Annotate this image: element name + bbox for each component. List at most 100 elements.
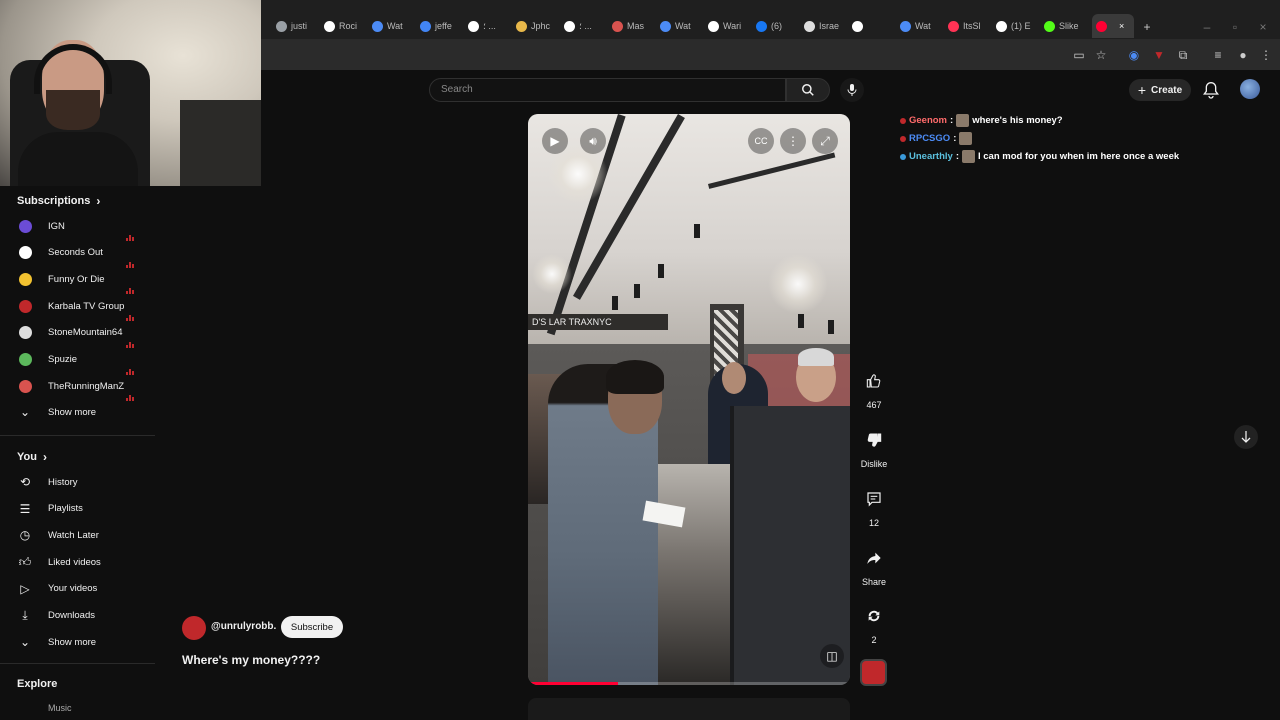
explore-heading: Explore bbox=[17, 678, 57, 690]
thumbs-up-icon bbox=[866, 374, 881, 388]
sidebar-subscription-item[interactable]: TheRunningManZ bbox=[0, 373, 155, 402]
remix-button[interactable]: 2 bbox=[859, 603, 889, 645]
next-short-button[interactable] bbox=[1234, 425, 1258, 449]
browser-tab[interactable]: Israe bbox=[804, 14, 846, 38]
channel-avatar-icon bbox=[18, 326, 32, 340]
sidebar-item-music[interactable]: Music bbox=[48, 703, 72, 713]
browser-tab[interactable] bbox=[852, 14, 894, 38]
sidebar-item-label: Spuzie bbox=[48, 354, 78, 365]
dislike-button[interactable]: Dislike bbox=[859, 427, 889, 469]
show-more-you[interactable]: ⌄ Show more bbox=[0, 629, 155, 655]
sidebar-subscription-item[interactable]: Seconds Out bbox=[0, 240, 155, 268]
browser-tab[interactable]: justi bbox=[276, 14, 318, 38]
subscriptions-heading[interactable]: Subscriptions › bbox=[17, 194, 100, 208]
browser-tab[interactable]: Wat bbox=[900, 14, 942, 38]
sidebar-item-history[interactable]: ⟲ History bbox=[0, 469, 155, 495]
sidebar-subscription-item[interactable]: Funny Or Die bbox=[0, 266, 155, 295]
search-input[interactable]: Search bbox=[429, 78, 786, 102]
live-indicator-icon bbox=[126, 276, 136, 295]
cast-icon[interactable]: ▭ bbox=[1072, 48, 1086, 62]
subscribe-button[interactable]: Subscribe bbox=[281, 616, 343, 638]
show-more-subscriptions[interactable]: ⌄ Show more bbox=[0, 399, 155, 425]
new-tab-icon[interactable]: + bbox=[1140, 20, 1154, 34]
chat-username[interactable]: RPCSGO bbox=[909, 133, 950, 144]
sidebar-subscription-item[interactable]: StoneMountain64 bbox=[0, 320, 155, 348]
captions-icon: CC bbox=[754, 136, 768, 146]
chat-username[interactable]: Geenom bbox=[909, 115, 947, 126]
voice-search-button[interactable] bbox=[840, 78, 864, 102]
sound-thumbnail[interactable] bbox=[860, 659, 887, 686]
expand-icon: ⤢ bbox=[820, 133, 830, 148]
chevron-down-icon: ⌄ bbox=[19, 635, 31, 649]
sidebar-item-label: Funny Or Die bbox=[48, 273, 105, 285]
volume-button[interactable]: 🔊︎ bbox=[580, 128, 606, 154]
you-heading[interactable]: You › bbox=[17, 450, 47, 464]
video-title: Where's my money???? bbox=[182, 653, 321, 667]
browser-tab[interactable]: (1) E bbox=[996, 14, 1038, 38]
remix-count: 2 bbox=[871, 635, 877, 645]
miniplayer-button[interactable]: ◫ bbox=[820, 644, 844, 668]
play-button[interactable]: ▶ bbox=[542, 128, 568, 154]
sidebar-item-watch-later[interactable]: ◷ Watch Later bbox=[0, 522, 155, 548]
chat-message: Unearthly: I can mod for you when im here… bbox=[900, 150, 1179, 163]
live-indicator-icon bbox=[126, 357, 136, 375]
browser-tab[interactable]: ؛ ... bbox=[468, 14, 510, 38]
sidebar-subscription-item[interactable]: Karbala TV Group bbox=[0, 293, 155, 322]
profile-icon[interactable]: ● bbox=[1236, 48, 1250, 62]
volume-icon: 🔊︎ bbox=[589, 133, 597, 148]
maximize-icon[interactable]: ▫ bbox=[1228, 20, 1242, 34]
bookmark-star-icon[interactable]: ☆ bbox=[1094, 48, 1108, 62]
tab-label: Jphc bbox=[531, 21, 551, 31]
tab-label: Wat bbox=[387, 21, 403, 31]
sidebar-item-playlists[interactable]: ☰ Playlists bbox=[0, 496, 155, 522]
browser-tab[interactable]: Slike bbox=[1044, 14, 1086, 38]
sidebar-subscription-item[interactable]: IGN bbox=[0, 213, 155, 241]
chat-username[interactable]: Unearthly bbox=[909, 151, 953, 162]
sidebar-item-your-videos[interactable]: ▷ Your videos bbox=[0, 576, 155, 602]
media-control-icon[interactable]: ≡ bbox=[1211, 48, 1225, 62]
browser-tab[interactable]: ؛ ... bbox=[564, 14, 606, 38]
share-button[interactable]: Share bbox=[859, 545, 889, 587]
browser-tab[interactable]: Wat bbox=[372, 14, 414, 38]
create-button[interactable]: + Create bbox=[1129, 79, 1191, 101]
like-button[interactable]: 467 bbox=[859, 368, 889, 410]
explore-title: Explore bbox=[17, 678, 58, 690]
browser-tab[interactable]: × bbox=[1092, 14, 1134, 38]
browser-tab[interactable]: Mas bbox=[612, 14, 654, 38]
video-progress-bar[interactable] bbox=[528, 682, 850, 685]
chat-separator: : bbox=[950, 115, 954, 126]
next-short-preview[interactable] bbox=[528, 698, 850, 720]
notifications-button[interactable] bbox=[1203, 81, 1219, 99]
extension-icon[interactable]: ◉ bbox=[1127, 48, 1141, 62]
browser-tab[interactable]: Wat bbox=[660, 14, 702, 38]
account-avatar[interactable] bbox=[1240, 79, 1260, 99]
sidebar-item-label: Watch Later bbox=[48, 529, 99, 541]
sidebar-item-label: Downloads bbox=[48, 610, 95, 621]
search-button[interactable] bbox=[786, 78, 830, 102]
like-count: 467 bbox=[866, 400, 882, 410]
fullscreen-button[interactable]: ⤢ bbox=[812, 128, 838, 154]
browser-tab[interactable]: Wari bbox=[708, 14, 750, 38]
sidebar-item-liked-videos[interactable]: 👍︎ Liked videos bbox=[0, 549, 155, 575]
extension-icon[interactable]: ▼ bbox=[1152, 48, 1166, 62]
more-options-button[interactable]: ⋮ bbox=[780, 128, 806, 154]
sidebar-item-downloads[interactable]: ⤓ Downloads bbox=[0, 603, 155, 629]
close-window-icon[interactable]: × bbox=[1256, 20, 1270, 34]
browser-tab[interactable]: Roci bbox=[324, 14, 366, 38]
extensions-puzzle-icon[interactable]: ⧉ bbox=[1176, 48, 1190, 62]
browser-menu-icon[interactable]: ⋮ bbox=[1259, 48, 1273, 62]
comments-button[interactable]: 12 bbox=[859, 486, 889, 528]
subscriptions-title: Subscriptions bbox=[17, 195, 91, 207]
close-tab-icon[interactable]: × bbox=[1119, 21, 1124, 31]
arrow-down-icon bbox=[1241, 431, 1251, 443]
browser-tab[interactable]: (6) bbox=[756, 14, 798, 38]
sidebar-subscription-item[interactable]: Spuzie bbox=[0, 347, 155, 375]
channel-avatar[interactable] bbox=[182, 616, 206, 640]
captions-button[interactable]: CC bbox=[748, 128, 774, 154]
browser-tab[interactable]: Jphc bbox=[516, 14, 558, 38]
minimize-icon[interactable]: – bbox=[1200, 20, 1214, 34]
browser-tab[interactable]: jeffe bbox=[420, 14, 462, 38]
channel-name[interactable]: @unrulyrobb. bbox=[211, 621, 276, 632]
browser-tab[interactable]: ItsSl bbox=[948, 14, 990, 38]
short-video-player[interactable]: D'S LAR TRAXNYC ▶ 🔊︎ CC ⋮ ⤢ ◫ bbox=[528, 114, 850, 685]
